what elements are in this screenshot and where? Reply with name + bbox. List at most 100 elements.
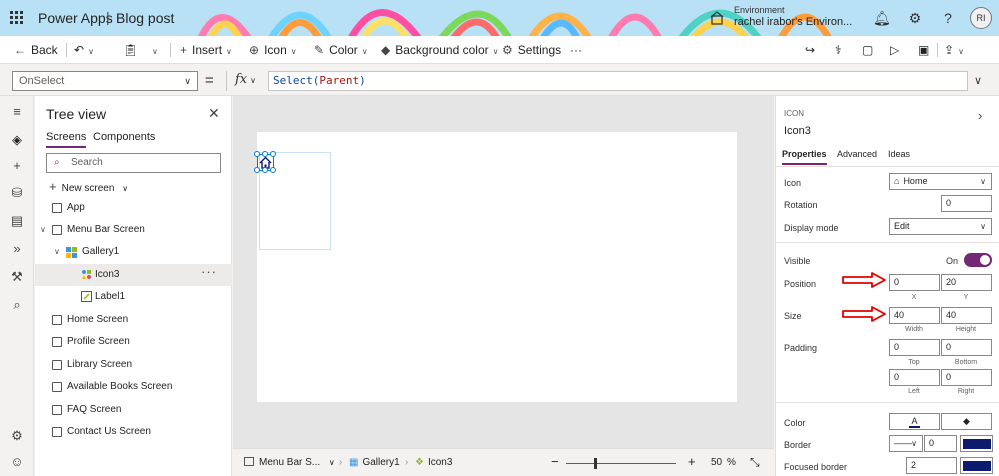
color-button[interactable]: ✎ Color ∨	[314, 42, 368, 58]
height-input[interactable]: 40	[941, 307, 992, 324]
paste-button[interactable]: 📋︎	[123, 42, 138, 58]
media-icon[interactable]: ▤	[9, 213, 25, 229]
power-automate-icon[interactable]: »	[9, 241, 25, 257]
undo-button[interactable]: ↶ ∨	[74, 42, 94, 58]
background-color-button[interactable]: ◆ Background color ∨	[381, 42, 498, 58]
tree-item-home-screen[interactable]: Home Screen	[35, 309, 232, 331]
tab-ideas[interactable]: Ideas	[888, 149, 910, 159]
tab-screens[interactable]: Screens	[46, 131, 87, 148]
resize-handle[interactable]	[270, 167, 276, 173]
expand-formula-icon[interactable]: ∨	[974, 74, 982, 87]
layers-icon[interactable]: ◈	[9, 132, 25, 148]
zoom-slider[interactable]	[566, 458, 676, 469]
paste-options-button[interactable]: ∨	[148, 42, 158, 58]
resize-handle[interactable]	[262, 167, 268, 173]
tree-item-app[interactable]: App	[35, 197, 232, 219]
undo-icon: ↶	[74, 43, 85, 57]
tree-item-label1[interactable]: Label1	[35, 286, 232, 308]
publish-icon[interactable]: ⇪ ∨	[944, 42, 964, 58]
tree-search-input[interactable]: ⌕ Search	[46, 153, 221, 173]
control-name[interactable]: Icon3	[784, 125, 811, 137]
back-button[interactable]: ← Back	[14, 42, 58, 58]
resize-handle[interactable]	[270, 151, 276, 157]
screen-icon	[52, 405, 62, 415]
tab-properties[interactable]: Properties	[782, 149, 827, 165]
settings-gear-icon[interactable]: ⚙	[9, 428, 25, 444]
canvas-area[interactable]	[233, 96, 774, 448]
insert-plus-icon[interactable]: +	[9, 158, 25, 174]
rotation-label: Rotation	[784, 200, 818, 210]
chevron-right-icon[interactable]: ›	[978, 108, 982, 123]
tab-advanced[interactable]: Advanced	[837, 149, 877, 159]
breadcrumb-gallery[interactable]: ▦ Gallery1	[349, 457, 400, 468]
padding-left-input[interactable]: 0	[889, 369, 940, 386]
app-checker-icon[interactable]: ⚕	[835, 42, 842, 58]
breadcrumb-screen[interactable]: Menu Bar S... ∨	[244, 457, 335, 468]
tree-item-icon3[interactable]: Icon3 ···	[35, 264, 232, 286]
resize-handle[interactable]	[254, 151, 260, 157]
width-input[interactable]: 40	[889, 307, 940, 324]
share-icon[interactable]: ↪	[805, 42, 815, 58]
focused-border-color-button[interactable]	[960, 457, 993, 474]
tree-item-menu-bar-screen[interactable]: ∨ Menu Bar Screen	[35, 219, 232, 241]
position-y-input[interactable]: 20	[941, 274, 992, 291]
zoom-out-icon[interactable]: −	[551, 454, 559, 469]
border-style-dropdown[interactable]: —— ∨	[889, 435, 923, 452]
app-screen[interactable]	[254, 132, 737, 402]
fx-button[interactable]: fx ∨	[226, 71, 266, 91]
fill-color-button[interactable]: ◆	[941, 413, 992, 430]
advanced-tools-icon[interactable]: ⚒	[9, 269, 25, 285]
app-launcher-icon[interactable]	[10, 11, 24, 25]
virtual-agent-icon[interactable]: ☺	[9, 454, 25, 470]
breadcrumb-icon[interactable]: ❖ Icon3	[415, 457, 452, 468]
zoom-in-icon[interactable]: +	[688, 454, 696, 469]
gear-icon[interactable]: ⚙	[907, 10, 923, 26]
preview-icon[interactable]: ▷	[890, 42, 899, 58]
tree-item-contact-us-screen[interactable]: Contact Us Screen	[35, 421, 232, 443]
bell-icon[interactable]: 🔔︎	[873, 10, 891, 26]
search-icon[interactable]: ⌕	[9, 297, 25, 313]
avatar[interactable]: RI	[970, 7, 992, 29]
padding-right-input[interactable]: 0	[941, 369, 992, 386]
more-button[interactable]: ···	[570, 42, 582, 58]
display-mode-dropdown[interactable]: Edit ∨	[889, 218, 992, 235]
resize-handle[interactable]	[262, 151, 268, 157]
hamburger-menu-icon[interactable]: ≡	[9, 104, 25, 120]
tree-item-faq-screen[interactable]: FAQ Screen	[35, 399, 232, 421]
tree-item-profile-screen[interactable]: Profile Screen	[35, 331, 232, 353]
data-icon[interactable]: ⛁	[9, 185, 25, 201]
formula-input[interactable]: Select(Parent)	[268, 71, 968, 91]
focused-border-input[interactable]: 2	[906, 457, 957, 474]
padding-bottom-input[interactable]: 0	[941, 339, 992, 356]
border-width-input[interactable]: 0	[924, 435, 957, 452]
save-icon[interactable]: ▣	[918, 42, 929, 58]
insert-button[interactable]: + Insert ∨	[180, 42, 232, 58]
color-picker-button[interactable]: A	[889, 413, 940, 430]
property-dropdown[interactable]: OnSelect ∨	[12, 71, 198, 91]
settings-button[interactable]: ⚙ Settings	[502, 42, 561, 58]
tree-item-available-books-screen[interactable]: Available Books Screen	[35, 376, 232, 398]
padding-top-input[interactable]: 0	[889, 339, 940, 356]
selected-icon-control[interactable]	[254, 151, 276, 173]
zoom-slider-thumb[interactable]	[594, 458, 597, 469]
app-name[interactable]: Power Apps	[38, 10, 113, 26]
chevron-down-icon[interactable]: ∨	[40, 219, 46, 241]
tree-item-gallery1[interactable]: ∨ Gallery1	[35, 241, 232, 263]
icon-button[interactable]: ⊕ Icon ∨	[249, 42, 297, 58]
tree-item-library-screen[interactable]: Library Screen	[35, 354, 232, 376]
icon-dropdown[interactable]: ⌂ Home ∨	[889, 173, 992, 190]
position-x-input[interactable]: 0	[889, 274, 940, 291]
tab-components[interactable]: Components	[93, 131, 155, 143]
help-icon[interactable]: ?	[940, 10, 956, 26]
close-icon[interactable]: ✕	[208, 105, 220, 122]
border-color-button[interactable]	[960, 435, 993, 452]
new-screen-button[interactable]: + New screen ∨	[49, 179, 128, 194]
environment-picker[interactable]: Environment rachel irabor's Environ...	[734, 4, 852, 28]
more-options-icon[interactable]: ···	[201, 261, 217, 283]
resize-handle[interactable]	[254, 167, 260, 173]
visible-toggle[interactable]	[964, 253, 992, 267]
comments-icon[interactable]: ▢	[862, 42, 873, 58]
rotation-input[interactable]: 0	[941, 195, 992, 212]
fit-to-window-icon[interactable]: ⤡	[750, 455, 760, 470]
chevron-down-icon[interactable]: ∨	[54, 241, 60, 263]
